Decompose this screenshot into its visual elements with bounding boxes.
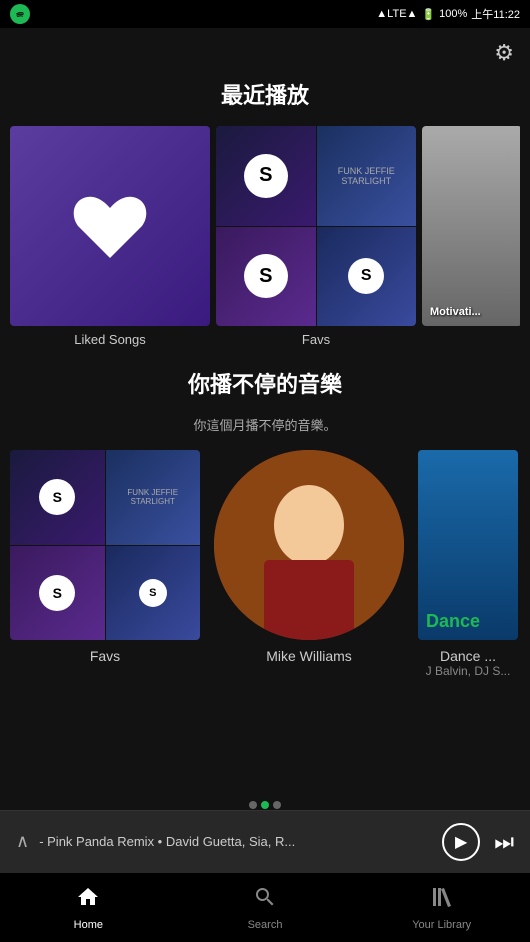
nav-home[interactable]: Home	[0, 877, 177, 939]
now-playing-bar[interactable]: ∧ - Pink Panda Remix • David Guetta, Sia…	[0, 810, 530, 872]
home-icon	[76, 885, 100, 915]
liked-songs-cover	[10, 126, 210, 326]
favs-cell-4: S	[317, 227, 417, 327]
dot-3	[273, 801, 281, 809]
spotify-logo	[10, 4, 30, 24]
favs-stack: S FUNK JEFFIESTARLIGHT S	[216, 126, 416, 347]
dance-sublabel: J Balvin, DJ S...	[426, 664, 511, 678]
np-controls: ▶ ⏭	[442, 823, 514, 861]
nonstop-grid: S FUNK JEFFIESTARLIGHT S S	[10, 450, 520, 678]
play-button[interactable]: ▶	[442, 823, 480, 861]
main-content: 最近播放 Liked Songs S	[0, 78, 530, 810]
spinnin-logo-2: S	[244, 254, 288, 298]
liked-songs-label: Liked Songs	[10, 332, 210, 347]
collapse-icon[interactable]: ∧	[16, 831, 29, 852]
search-label: Search	[248, 919, 283, 931]
recent-favs[interactable]: S FUNK JEFFIESTARLIGHT S	[216, 126, 416, 347]
status-bar: ▲LTE▲ 🔋 100% 上午11:22	[0, 0, 530, 28]
your-library-label: Your Library	[412, 919, 471, 931]
recent-motivati[interactable]: Motivati...	[422, 126, 520, 347]
nonstop-section: 你播不停的音樂 你這個月播不停的音樂。 S FUNK JEFFIESTARLIG…	[0, 367, 530, 698]
ns-favs-cell-4: S	[106, 546, 201, 641]
dot-1	[249, 801, 257, 809]
spinnin-logo-3: S	[348, 258, 384, 294]
nonstop-mike-williams[interactable]: Mike Williams	[214, 450, 404, 678]
ns-favs-cell-3: S	[10, 546, 105, 641]
ns-favs-cell-1: S	[10, 450, 105, 545]
np-left: ∧ - Pink Panda Remix • David Guetta, Sia…	[16, 831, 295, 852]
settings-icon[interactable]: ⚙	[494, 40, 514, 66]
progress-dots	[249, 801, 281, 809]
recent-liked-songs[interactable]: Liked Songs	[10, 126, 210, 347]
battery-icon: 🔋	[421, 8, 435, 21]
time: 上午11:22	[471, 6, 520, 22]
recent-section: 最近播放 Liked Songs S	[0, 78, 530, 367]
recent-grid: Liked Songs S FUNK JEFFIESTARLIGHT	[10, 126, 520, 347]
favs-label: Favs	[216, 332, 416, 347]
play-icon: ▶	[455, 832, 467, 852]
dance-label: Dance ...	[440, 648, 496, 664]
recent-title: 最近播放	[10, 78, 520, 110]
nav-search[interactable]: Search	[177, 877, 354, 939]
favs-collage: S FUNK JEFFIESTARLIGHT S	[216, 126, 416, 326]
nonstop-dance[interactable]: Dance Dance ... J Balvin, DJ S...	[418, 450, 518, 678]
status-right: ▲LTE▲ 🔋 100% 上午11:22	[376, 6, 520, 22]
spinnin-logo-1: S	[244, 154, 288, 198]
search-icon	[253, 885, 277, 915]
status-left	[10, 4, 30, 24]
favs-cell-1: S	[216, 126, 316, 226]
mike-williams-label: Mike Williams	[266, 648, 352, 664]
mike-williams-photo	[214, 450, 404, 640]
nonstop-favs-collage: S FUNK JEFFIESTARLIGHT S S	[10, 450, 200, 640]
track-info: - Pink Panda Remix • David Guetta, Sia, …	[39, 834, 295, 849]
ns-favs-cell-2: FUNK JEFFIESTARLIGHT	[106, 450, 201, 545]
home-label: Home	[74, 919, 103, 931]
header: ⚙	[0, 28, 530, 78]
dance-cover: Dance	[418, 450, 518, 640]
nonstop-subtitle: 你這個月播不停的音樂。	[10, 415, 520, 434]
nonstop-title: 你播不停的音樂	[10, 367, 520, 399]
favs-cell-3: S	[216, 227, 316, 327]
nonstop-favs[interactable]: S FUNK JEFFIESTARLIGHT S S	[10, 450, 200, 678]
library-icon	[430, 885, 454, 915]
dot-2	[261, 801, 269, 809]
network-indicator: ▲LTE▲	[376, 8, 417, 20]
skip-button[interactable]: ⏭	[494, 829, 514, 855]
bottom-nav: Home Search Your Library	[0, 872, 530, 942]
nav-your-library[interactable]: Your Library	[353, 877, 530, 939]
nonstop-favs-label: Favs	[90, 648, 120, 664]
battery-level: 100%	[439, 8, 467, 20]
favs-cell-2: FUNK JEFFIESTARLIGHT	[317, 126, 417, 226]
motivati-cover: Motivati...	[422, 126, 520, 326]
